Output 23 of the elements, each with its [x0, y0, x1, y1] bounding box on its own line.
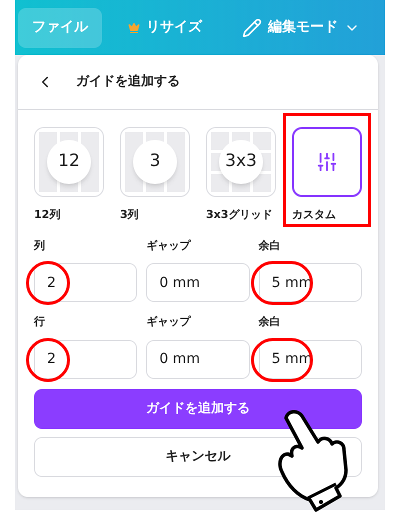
preset-tile[interactable]: 3x3 — [206, 127, 276, 197]
field-label: 余白 — [258, 314, 282, 330]
preset-label: カスタム — [292, 207, 337, 223]
panel-title: ガイドを追加する — [76, 73, 180, 92]
preset-tile[interactable] — [292, 127, 362, 197]
field-label: 余白 — [258, 238, 282, 254]
field-label: ギャップ — [146, 238, 192, 254]
preset-label: 3列 — [120, 207, 140, 223]
number-field[interactable]: 0 mm — [146, 263, 250, 302]
preset-tile[interactable]: 3 — [120, 127, 190, 197]
pencil-icon — [242, 18, 262, 38]
number-field[interactable]: 0 mm — [146, 340, 250, 378]
field-label: ギャップ — [146, 314, 192, 330]
crown-icon — [128, 22, 140, 34]
field-label: 列 — [34, 238, 46, 254]
preset-label: 12列 — [34, 207, 62, 223]
number-field[interactable]: 2 — [34, 263, 138, 302]
add-guide-button[interactable]: ガイドを追加する — [34, 388, 362, 428]
preset-tile[interactable]: 12 — [34, 127, 104, 197]
number-field[interactable]: 2 — [34, 340, 138, 378]
field-label: 行 — [34, 314, 46, 330]
sliders-icon — [316, 151, 338, 173]
preset-label: 3x3グリッド — [206, 207, 274, 223]
